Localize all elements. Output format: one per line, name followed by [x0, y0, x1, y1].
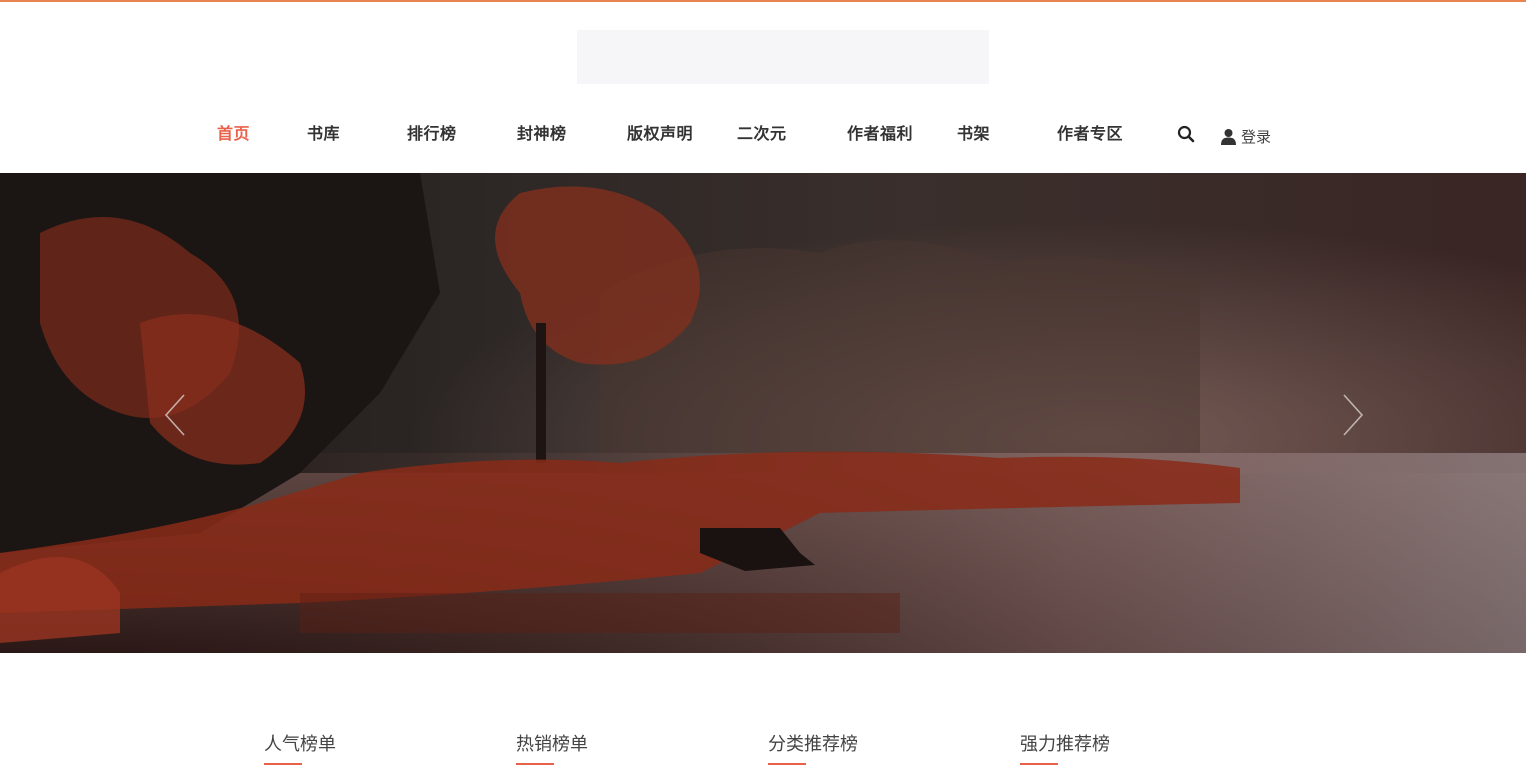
nav-item-library[interactable]: 书库	[307, 120, 340, 144]
tab-label: 热销榜单	[516, 734, 588, 755]
nav-item-home[interactable]: 首页	[217, 120, 250, 144]
nav-item-hall-of-fame[interactable]: 封神榜	[517, 120, 567, 144]
main-nav: 首页 书库 排行榜 封神榜 版权声明 二次元 作者福利 书架 作者专区	[0, 112, 1526, 156]
tab-popularity-ranking[interactable]: 人气榜单	[264, 730, 336, 765]
nav-item-bookshelf[interactable]: 书架	[957, 120, 990, 144]
nav-item-rankings[interactable]: 排行榜	[407, 120, 457, 144]
hero-banner	[0, 173, 1526, 653]
login-link[interactable]: 登录	[1220, 125, 1271, 147]
tab-label: 强力推荐榜	[1020, 734, 1110, 755]
tab-strong-recommend[interactable]: 强力推荐榜	[1020, 730, 1110, 765]
login-label: 登录	[1241, 127, 1272, 146]
tab-category-recommend[interactable]: 分类推荐榜	[768, 730, 858, 765]
nav-item-author-benefits[interactable]: 作者福利	[847, 120, 913, 144]
nav-item-anime[interactable]: 二次元	[737, 120, 787, 144]
tab-bestseller-ranking[interactable]: 热销榜单	[516, 730, 588, 765]
nav-item-author-zone[interactable]: 作者专区	[1057, 120, 1123, 144]
search-button[interactable]	[1176, 124, 1196, 144]
site-logo[interactable]	[577, 30, 989, 84]
nav-item-copyright[interactable]: 版权声明	[627, 120, 693, 144]
chevron-left-icon	[164, 394, 185, 436]
top-accent-line	[0, 0, 1526, 2]
user-icon	[1221, 128, 1236, 145]
carousel-next-button[interactable]	[1338, 393, 1368, 437]
carousel-prev-button[interactable]	[160, 393, 190, 437]
chevron-right-icon	[1343, 394, 1364, 436]
tab-label: 分类推荐榜	[768, 734, 858, 755]
tab-label: 人气榜单	[264, 734, 336, 755]
search-icon	[1177, 125, 1195, 143]
ranking-tabs: 人气榜单 热销榜单 分类推荐榜 强力推荐榜	[0, 728, 1526, 765]
banner-image	[0, 173, 1526, 653]
